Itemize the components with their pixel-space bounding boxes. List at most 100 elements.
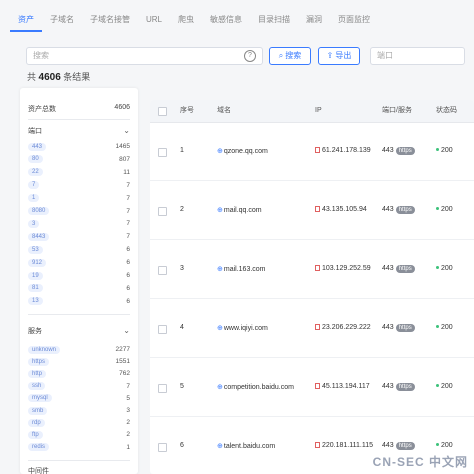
list-item: smb 3: [28, 406, 130, 415]
port-count: 6: [126, 259, 130, 267]
domain-link[interactable]: competition.baidu.com: [224, 384, 294, 391]
port-value: 443: [382, 147, 394, 154]
middleware-section-header[interactable]: 中间件: [28, 466, 130, 474]
list-item: 19 6: [28, 271, 130, 280]
tab-subdomains[interactable]: 子域名: [42, 8, 82, 32]
globe-icon: ⊕: [217, 148, 223, 155]
port-value: 443: [382, 265, 394, 272]
protocol-badge: https: [395, 206, 415, 214]
domain-cell: ⊕competition.baidu.com: [217, 383, 294, 391]
tab-bar: 资产 子域名 子域名接管 URL 爬虫 敏感信息 目录扫描 漏洞 页面监控: [10, 8, 378, 32]
ip-link[interactable]: 23.206.229.222: [322, 324, 371, 331]
port-value: 443: [382, 442, 394, 449]
ip-link[interactable]: 45.113.194.117: [322, 383, 370, 390]
tab-url[interactable]: URL: [138, 8, 170, 32]
service-count: 3: [126, 407, 130, 414]
port-filter-input[interactable]: 端口: [370, 47, 465, 65]
port-tag[interactable]: 7: [28, 181, 40, 190]
protocol-badge: https: [395, 383, 415, 391]
service-tag[interactable]: smb: [28, 406, 48, 415]
export-button-label: 导出: [335, 51, 352, 60]
row-checkbox[interactable]: [158, 384, 167, 393]
tab-subdomain-takeover[interactable]: 子域名接管: [82, 8, 138, 32]
port-cell: 443 https: [382, 265, 415, 273]
search-button[interactable]: ⌕ 搜索: [269, 47, 311, 65]
tab-sensitive-info[interactable]: 敏感信息: [202, 8, 250, 32]
domain-cell: ⊕mail.163.com: [217, 265, 266, 273]
domain-cell: ⊕mail.qq.com: [217, 206, 262, 214]
status-code: 200: [441, 442, 453, 449]
tab-crawler[interactable]: 爬虫: [170, 8, 202, 32]
globe-icon: ⊕: [217, 207, 223, 214]
list-item: mysql 5: [28, 394, 130, 403]
ip-link[interactable]: 103.129.252.59: [322, 265, 371, 272]
domain-link[interactable]: mail.qq.com: [224, 207, 262, 214]
server-icon: [315, 147, 320, 153]
port-tag[interactable]: 22: [28, 168, 43, 177]
tab-vulns[interactable]: 漏洞: [298, 8, 330, 32]
select-all-checkbox[interactable]: [158, 107, 167, 116]
port-tag[interactable]: 80: [28, 155, 43, 164]
status-dot-icon: [436, 266, 439, 269]
service-count: 5: [126, 394, 130, 402]
service-section-header[interactable]: 服务 ⌄: [28, 326, 130, 336]
domain-cell: ⊕qzone.qq.com: [217, 147, 268, 155]
port-tag[interactable]: 443: [28, 142, 47, 151]
port-count: 7: [126, 233, 130, 241]
export-button[interactable]: ⇪ 导出: [318, 47, 360, 65]
domain-link[interactable]: talent.baidu.com: [224, 443, 275, 450]
service-tag[interactable]: http: [28, 369, 47, 378]
status-code: 200: [441, 265, 453, 272]
port-count: 6: [126, 297, 130, 305]
domain-link[interactable]: mail.163.com: [224, 266, 266, 273]
domain-cell: ⊕talent.baidu.com: [217, 442, 275, 450]
ip-link[interactable]: 43.135.105.94: [322, 206, 367, 213]
help-icon[interactable]: ?: [244, 50, 256, 62]
header-status[interactable]: 状态码: [436, 100, 457, 122]
ip-link[interactable]: 61.241.178.139: [322, 147, 371, 154]
asset-table: 序号 域名 IP 端口/服务 状态码 1 ⊕qzone.qq.com 61.241.…: [150, 100, 474, 474]
port-filter-placeholder: 端口: [377, 51, 393, 60]
row-index: 1: [180, 147, 184, 154]
export-icon: ⇪: [326, 51, 334, 60]
service-tag[interactable]: rdp: [28, 418, 45, 427]
search-input[interactable]: 搜索 ?: [26, 47, 263, 65]
protocol-badge: https: [395, 265, 415, 273]
row-checkbox[interactable]: [158, 207, 167, 216]
service-count: 2277: [115, 346, 130, 353]
port-tag[interactable]: 81: [28, 284, 43, 293]
port-tag[interactable]: 912: [28, 258, 47, 267]
ip-cell: 103.129.252.59: [315, 265, 371, 272]
port-tag[interactable]: 8443: [28, 232, 50, 241]
list-item: 8080 7: [28, 207, 130, 216]
ip-link[interactable]: 220.181.111.115: [322, 442, 373, 449]
port-section-header[interactable]: 端口 ⌄: [28, 126, 130, 136]
status-cell: 200: [436, 265, 453, 272]
row-checkbox[interactable]: [158, 325, 167, 334]
port-tag[interactable]: 53: [28, 245, 43, 254]
list-item: 8443 7: [28, 232, 130, 241]
row-checkbox[interactable]: [158, 266, 167, 275]
port-tag[interactable]: 13: [28, 297, 43, 306]
tab-page-monitor[interactable]: 页面监控: [330, 8, 378, 32]
tab-dir-scan[interactable]: 目录扫描: [250, 8, 298, 32]
service-tag[interactable]: ftp: [28, 430, 43, 439]
tab-assets[interactable]: 资产: [10, 8, 42, 32]
service-tag[interactable]: redis: [28, 443, 50, 452]
service-tag[interactable]: ssh: [28, 382, 46, 391]
row-checkbox[interactable]: [158, 443, 167, 452]
status-cell: 200: [436, 147, 453, 154]
domain-link[interactable]: qzone.qq.com: [224, 148, 268, 155]
table-header: 序号 域名 IP 端口/服务 状态码: [150, 100, 474, 123]
globe-icon: ⊕: [217, 384, 223, 391]
port-tag[interactable]: 19: [28, 271, 43, 280]
port-tag[interactable]: 1: [28, 194, 40, 203]
row-checkbox[interactable]: [158, 148, 167, 157]
server-icon: [315, 265, 320, 271]
service-tag[interactable]: mysql: [28, 394, 52, 403]
port-tag[interactable]: 8080: [28, 207, 50, 215]
service-tag[interactable]: https: [28, 357, 50, 366]
service-tag[interactable]: unknown: [28, 345, 61, 354]
port-tag[interactable]: 3: [28, 219, 40, 228]
domain-link[interactable]: www.iqiyi.com: [224, 325, 268, 332]
